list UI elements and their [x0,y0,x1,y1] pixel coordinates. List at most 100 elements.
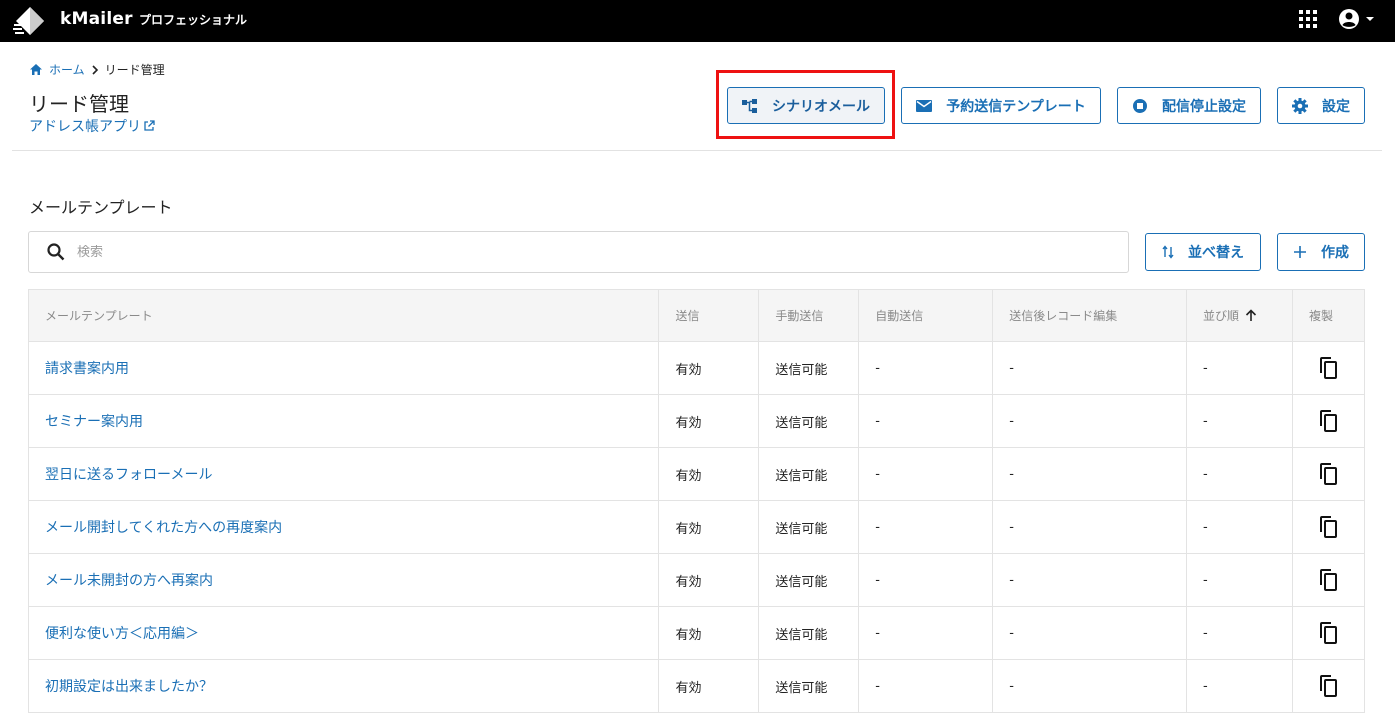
cell-auto-send: - [858,394,994,448]
copy-button[interactable] [1291,606,1366,660]
search-box[interactable] [28,231,1129,273]
cell-send: 有効 [658,500,760,554]
template-name-link[interactable]: 翌日に送るフォローメール [27,447,660,501]
gear-icon [1292,97,1308,114]
cell-order: - [1186,394,1293,448]
table-row: 便利な使い方＜応用編＞ 有効 送信可能 - - - [27,606,1366,660]
template-name-link[interactable]: 初期設定は出来ましたか？ [27,659,660,713]
cell-manual-send: 送信可能 [758,500,860,554]
edition-label: プロフェッショナル [139,13,248,27]
copy-button[interactable] [1291,341,1366,395]
kmailer-logo-icon[interactable] [12,5,46,37]
address-book-link[interactable]: アドレス帳アプリ [29,116,155,136]
arrow-up-icon [1245,309,1257,321]
table-row: 初期設定は出来ましたか？ 有効 送信可能 - - - [27,659,1366,713]
table-header-row: メールテンプレート 送信 手動送信 自動送信 送信後レコード編集 並び順 複製 [27,289,1366,342]
template-name-link[interactable]: 請求書案内用 [27,341,660,395]
cell-manual-send: 送信可能 [758,394,860,448]
mail-icon [916,99,933,112]
col-header-order-label: 並び順 [1203,309,1240,323]
cell-manual-send: 送信可能 [758,553,860,607]
cell-auto-send: - [858,500,994,554]
col-header-auto: 自動送信 [858,289,994,342]
template-name-link[interactable]: 便利な使い方＜応用編＞ [27,606,660,660]
scenario-mail-button[interactable]: シナリオメール [727,87,885,124]
copy-icon [1320,674,1338,697]
template-name-link[interactable]: メール未開封の方へ再案内 [27,553,660,607]
cell-manual-send: 送信可能 [758,341,860,395]
table-row: セミナー案内用 有効 送信可能 - - - [27,394,1366,448]
cell-edit-after-send: - [992,500,1188,554]
cell-auto-send: - [858,659,994,713]
breadcrumb-home-link[interactable]: ホーム [29,61,85,78]
cell-order: - [1186,553,1293,607]
copy-button[interactable] [1291,447,1366,501]
breadcrumb: ホーム リード管理 [29,61,165,78]
copy-button[interactable] [1291,659,1366,713]
copy-icon [1320,515,1338,538]
copy-icon [1320,568,1338,591]
cell-edit-after-send: - [992,447,1188,501]
template-name-link[interactable]: メール開封してくれた方への再度案内 [27,500,660,554]
header-divider [12,150,1382,151]
create-button[interactable]: 作成 [1277,233,1365,271]
apps-grid-icon[interactable] [1299,10,1317,28]
cell-auto-send: - [858,341,994,395]
cell-order: - [1186,447,1293,501]
copy-button[interactable] [1291,394,1366,448]
table-row: 請求書案内用 有効 送信可能 - - - [27,341,1366,395]
external-link-icon [144,120,155,131]
swap-vertical-icon [1162,245,1174,259]
stop-circle-icon [1133,98,1147,113]
col-header-manual: 手動送信 [758,289,860,342]
create-label: 作成 [1321,244,1349,260]
cell-order: - [1186,606,1293,660]
cell-manual-send: 送信可能 [758,606,860,660]
template-table: メールテンプレート 送信 手動送信 自動送信 送信後レコード編集 並び順 複製 … [27,289,1366,713]
cell-order: - [1186,500,1293,554]
reserved-send-template-button[interactable]: 予約送信テンプレート [901,87,1101,124]
col-header-copy: 複製 [1291,289,1366,342]
cell-edit-after-send: - [992,659,1188,713]
search-icon [47,243,65,261]
cell-edit-after-send: - [992,394,1188,448]
cell-order: - [1186,341,1293,395]
settings-button[interactable]: 設定 [1277,87,1365,124]
settings-label: 設定 [1322,97,1350,114]
account-menu-icon[interactable] [1337,7,1379,31]
reserved-send-template-label: 予約送信テンプレート [946,97,1086,114]
table-row: 翌日に送るフォローメール 有効 送信可能 - - - [27,447,1366,501]
cell-edit-after-send: - [992,341,1188,395]
cell-send: 有効 [658,447,760,501]
copy-button[interactable] [1291,500,1366,554]
address-book-link-label: アドレス帳アプリ [29,119,141,135]
cell-manual-send: 送信可能 [758,659,860,713]
breadcrumb-home-label: ホーム [49,63,85,77]
copy-icon [1320,462,1338,485]
flowchart-icon [742,98,757,113]
breadcrumb-current: リード管理 [104,63,165,77]
copy-button[interactable] [1291,553,1366,607]
cell-send: 有効 [658,606,760,660]
unsubscribe-settings-button[interactable]: 配信停止設定 [1117,87,1261,124]
cell-auto-send: - [858,447,994,501]
table-row: メール開封してくれた方への再度案内 有効 送信可能 - - - [27,500,1366,554]
cell-manual-send: 送信可能 [758,447,860,501]
search-input[interactable] [77,244,977,260]
template-name-link[interactable]: セミナー案内用 [27,394,660,448]
copy-icon [1320,621,1338,644]
sort-label: 並べ替え [1188,244,1244,260]
chevron-right-icon [92,64,98,75]
cell-send: 有効 [658,659,760,713]
cell-send: 有効 [658,341,760,395]
col-header-order[interactable]: 並び順 [1186,289,1293,342]
cell-edit-after-send: - [992,553,1188,607]
cell-order: - [1186,659,1293,713]
scenario-mail-label: シナリオメール [772,97,870,114]
col-header-send: 送信 [658,289,760,342]
sort-button[interactable]: 並べ替え [1145,233,1261,271]
copy-icon [1320,409,1338,432]
copy-icon [1320,356,1338,379]
table-row: メール未開封の方へ再案内 有効 送信可能 - - - [27,553,1366,607]
page-title: リード管理 [29,92,129,116]
